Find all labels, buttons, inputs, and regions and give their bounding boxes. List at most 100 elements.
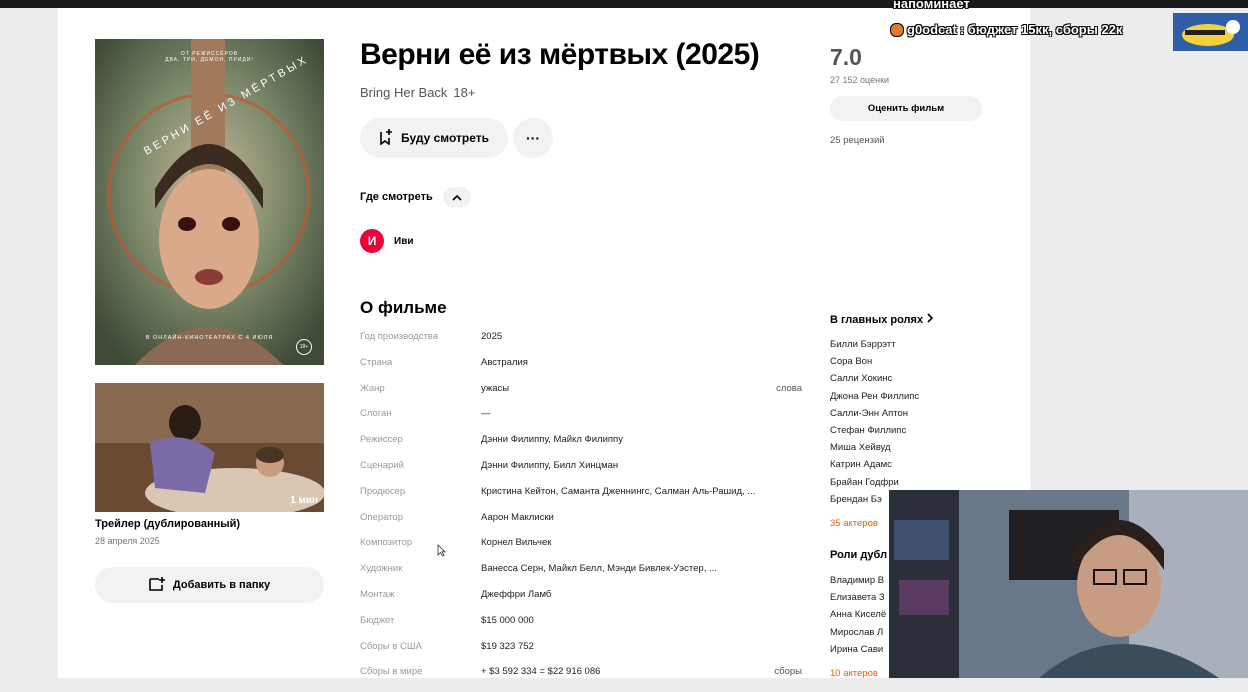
cast-item[interactable]: Сора Вон	[830, 356, 919, 373]
fact-row: Год производства 2025	[360, 331, 802, 357]
movie-poster[interactable]: ОТ РЕЖИССЁРОВ ДВА, ТРИ, ДЕМОН, ПРИДИ! ВЕ…	[95, 39, 324, 365]
fact-value[interactable]: Дэнни Филиппу, Майкл Филиппу	[481, 434, 623, 445]
cast-item[interactable]: Джона Рен Филлипс	[830, 391, 919, 408]
fact-value[interactable]: 2025	[481, 331, 502, 342]
fact-label: Жанр	[360, 382, 385, 394]
fact-value[interactable]: Ванесса Серн, Майкл Белл, Мэнди Бивлек-У…	[481, 563, 717, 574]
add-to-folder-button[interactable]: Добавить в папку	[95, 567, 324, 603]
cast-heading[interactable]: В главных ролях	[830, 313, 934, 326]
original-title-text: Bring Her Back	[360, 85, 448, 100]
fact-label: Бюджет	[360, 614, 395, 626]
fact-value[interactable]: Корнел Вильчек	[481, 537, 551, 548]
cast-item[interactable]: Салли Хокинс	[830, 373, 919, 390]
chat-badge-icon	[890, 22, 904, 37]
more-dots-icon: ···	[526, 130, 540, 146]
chevron-right-icon	[927, 313, 934, 326]
chevron-up-icon	[452, 188, 462, 206]
age-rating: 18+	[453, 85, 476, 100]
facts-table: Год производства 2025 Страна Австралия Жан…	[360, 331, 802, 692]
fact-label: Сборы в мире	[360, 666, 423, 678]
dubbing-list: Владимир В Елизавета З Анна Киселё Мирос…	[830, 575, 886, 661]
chat-message: g0odcat : бюджет 15кк, сборы 22к	[890, 22, 1122, 37]
chat-previous-line: напоминает	[893, 0, 970, 11]
collapse-button[interactable]	[443, 187, 471, 207]
fact-row: Сборы в США $19 323 752	[360, 641, 802, 667]
fact-row: Сборы в мире + $3 592 334 = $22 916 086 сб…	[360, 666, 802, 692]
fact-row: Монтаж Джеффри Ламб	[360, 589, 802, 615]
rate-movie-button[interactable]: Оценить фильм	[830, 96, 982, 121]
watch-later-label: Буду смотреть	[400, 131, 489, 145]
chat-text: : бюджет 15кк, сборы 22к	[959, 22, 1123, 37]
top-bar	[0, 0, 1248, 8]
cast-item[interactable]: Билли Бэррэтт	[830, 339, 919, 356]
bookmark-plus-icon	[379, 128, 393, 148]
fact-label: Художник	[360, 563, 403, 575]
poster-bottom-text: В ОНЛАЙН-КИНОТЕАТРАХ С 4 ИЮЛЯ	[145, 335, 274, 341]
fact-label: Слоган	[360, 408, 392, 420]
fact-value[interactable]: Кристина Кейтон, Саманта Дженнингс, Салм…	[481, 486, 755, 497]
trailer-thumbnail[interactable]: 1 мин	[95, 383, 324, 512]
poster-age-badge: 18+	[296, 339, 312, 355]
cast-item[interactable]: Катрин Адамс	[830, 459, 919, 476]
fact-label: Композитор	[360, 537, 413, 549]
fact-extra-link[interactable]: слова	[776, 383, 802, 394]
page-title: Верни её из мёртвых (2025)	[360, 38, 760, 71]
dubbing-heading[interactable]: Роли дубл	[830, 549, 887, 561]
where-to-watch-heading: Где смотреть	[360, 191, 433, 203]
ivi-logo-icon: И	[360, 229, 384, 253]
dubbing-item[interactable]: Елизавета З	[830, 592, 886, 609]
cast-item[interactable]: Миша Хейвуд	[830, 442, 919, 459]
fact-row: Режиссер Дэнни Филиппу, Майкл Филиппу	[360, 434, 802, 460]
fact-label: Страна	[360, 356, 393, 368]
fact-value: —	[481, 408, 491, 420]
fact-row: Композитор Корнел Вильчек	[360, 537, 802, 563]
trailer-date: 28 апреля 2025	[95, 536, 160, 546]
fact-value: $19 323 752	[481, 640, 534, 652]
fact-label: Продюсер	[360, 485, 406, 497]
dubbing-item[interactable]: Мирослав Л	[830, 627, 886, 644]
cast-more-link[interactable]: 35 актеров	[830, 518, 878, 529]
fact-row: Оператор Аарон Маклиски	[360, 512, 802, 538]
watch-later-button[interactable]: Буду смотреть	[360, 118, 508, 158]
fact-label: Оператор	[360, 511, 403, 523]
fact-label: Режиссер	[360, 434, 403, 446]
fact-row: Страна Австралия	[360, 357, 802, 383]
dubbing-item[interactable]: Ирина Сави	[830, 644, 886, 661]
trailer-duration: 1 мин	[290, 495, 318, 506]
fact-row: Сценарий Дэнни Филиппу, Билл Хинцман	[360, 460, 802, 486]
rating-votes: 27 152 оценки	[830, 75, 890, 85]
dubbing-item[interactable]: Владимир В	[830, 575, 886, 592]
fact-value[interactable]: Джеффри Ламб	[481, 589, 551, 600]
fact-extra-link[interactable]: сборы	[774, 666, 802, 677]
provider-name: Иви	[394, 235, 414, 247]
add-to-folder-label: Добавить в папку	[172, 579, 271, 591]
more-options-button[interactable]: ···	[513, 118, 553, 158]
chat-sticker-image	[1173, 13, 1248, 51]
trailer-title[interactable]: Трейлер (дублированный)	[95, 518, 240, 530]
fact-value[interactable]: Аарон Маклиски	[481, 512, 554, 523]
fact-value[interactable]: Дэнни Филиппу, Билл Хинцман	[481, 460, 618, 471]
folder-plus-icon	[149, 576, 165, 594]
fact-value: $15 000 000	[481, 614, 534, 626]
about-heading: О фильме	[360, 298, 447, 317]
fact-row: Слоган —	[360, 408, 802, 434]
fact-row: Бюджет $15 000 000	[360, 615, 802, 641]
mouse-cursor-icon	[437, 544, 446, 562]
fact-row: Художник Ванесса Серн, Майкл Белл, Мэнди …	[360, 563, 802, 589]
chat-user: g0odcat	[907, 22, 957, 37]
fact-row: Продюсер Кристина Кейтон, Саманта Дженнин…	[360, 486, 802, 512]
cast-item[interactable]: Салли-Энн Аптон	[830, 408, 919, 425]
fact-value: + $3 592 334 = $22 916 086	[481, 666, 601, 678]
fact-value[interactable]: Австралия	[481, 357, 528, 368]
provider-ivi[interactable]: И Иви	[360, 229, 413, 253]
cast-heading-text: В главных ролях	[830, 313, 924, 326]
webcam-overlay	[889, 490, 1248, 678]
cast-item[interactable]: Стефан Филлипс	[830, 425, 919, 442]
reviews-link[interactable]: 25 рецензий	[830, 135, 885, 146]
fact-label: Монтаж	[360, 588, 395, 600]
dubbing-item[interactable]: Анна Киселё	[830, 609, 886, 626]
fact-value[interactable]: ужасы	[481, 383, 509, 394]
dubbing-more-link[interactable]: 10 актеров	[830, 668, 878, 679]
original-title: Bring Her Back 18+	[360, 85, 475, 100]
rating-value: 7.0	[830, 44, 862, 70]
